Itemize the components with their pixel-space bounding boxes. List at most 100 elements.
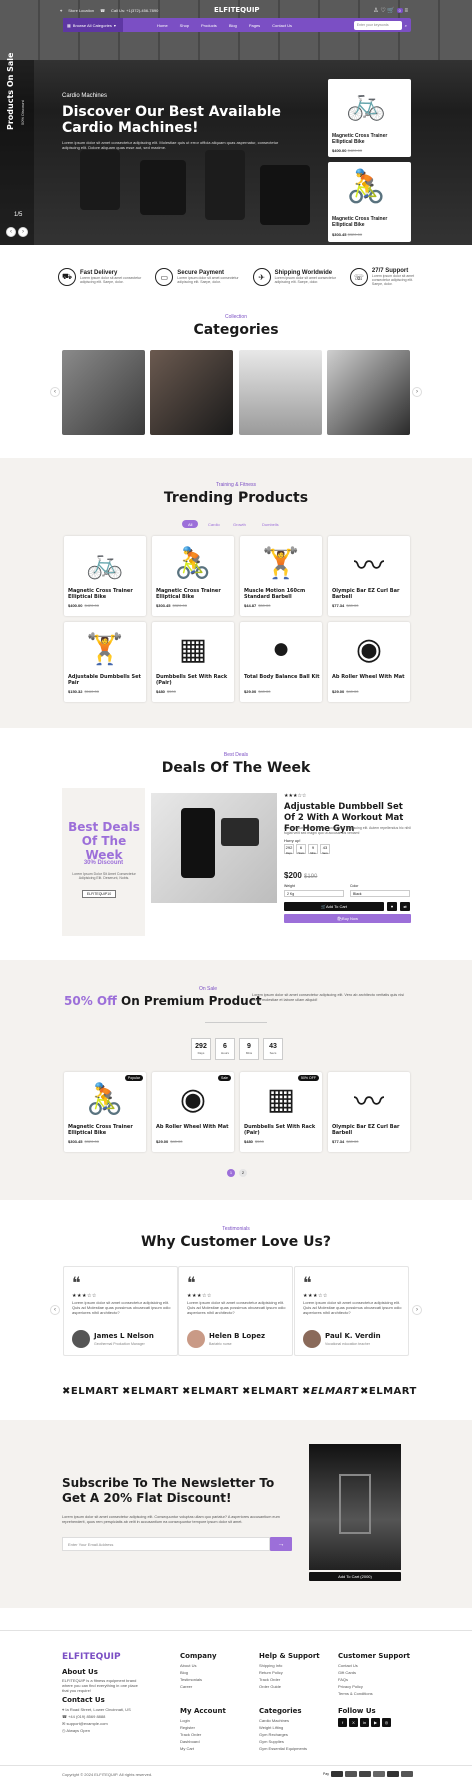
store-location[interactable]: Store Location <box>68 8 94 13</box>
youtube-icon[interactable]: ▶ <box>371 1718 380 1727</box>
page-1-button[interactable]: 1 <box>227 1169 235 1177</box>
wishlist-button[interactable]: ♥ <box>387 902 397 911</box>
category-image[interactable] <box>62 350 145 435</box>
nav-home[interactable]: Home <box>151 23 174 28</box>
brand-logo[interactable]: ✖ELMART <box>122 1386 179 1397</box>
product-card[interactable]: ◉ Ab Roller Wheel With Mat $29.00 $40.00 <box>328 622 410 702</box>
user-icon[interactable]: ♙ <box>373 8 378 14</box>
testimonial-prev-button[interactable]: ‹ <box>50 1305 60 1315</box>
footer-category-link[interactable]: Cardio Machines <box>259 1717 307 1724</box>
footer-category-link[interactable]: Gym Essential Equipments <box>259 1745 307 1752</box>
side-promo[interactable]: Products On Sale 50% Discount 1/5 ‹ › <box>0 53 34 245</box>
footer-account-link[interactable]: My Cart <box>180 1745 201 1752</box>
cart-icon[interactable]: 🛒 <box>387 8 394 14</box>
brand-logo[interactable]: ✖ELMART <box>62 1386 119 1397</box>
tab-cardio[interactable]: Cardio <box>202 520 226 528</box>
footer-account-link[interactable]: Track Order <box>180 1731 201 1738</box>
compare-button[interactable]: ⇄ <box>400 902 410 911</box>
testimonial-next-button[interactable]: › <box>412 1305 422 1315</box>
weight-select[interactable]: 2 Kg <box>284 890 344 897</box>
facebook-icon[interactable]: f <box>338 1718 347 1727</box>
nav-contact[interactable]: Contact Us <box>266 23 298 28</box>
nav-products[interactable]: Products <box>195 23 223 28</box>
phone-number[interactable]: Call Us: +1(372)-456-7890 <box>111 8 158 13</box>
footer-category-link[interactable]: Gym Recharges <box>259 1731 307 1738</box>
brand-logo[interactable]: ✖ELMART <box>242 1386 299 1397</box>
brand-logo[interactable]: ✖ELMART <box>360 1386 417 1397</box>
x-icon[interactable]: X <box>349 1718 358 1727</box>
footer-help-link[interactable]: Shipping Info <box>259 1662 283 1669</box>
footer-category-link[interactable]: Gym Supplies <box>259 1738 307 1745</box>
footer-company-link[interactable]: Career <box>180 1683 202 1690</box>
sale-product-card[interactable]: ▦ Dumbbells Set With Rack (Pair) $480 $500 5… <box>240 1072 322 1152</box>
footer-help-link[interactable]: Track Order <box>259 1676 283 1683</box>
footer-service-link[interactable]: Terms & Conditions <box>338 1690 373 1697</box>
prev-slide-button[interactable]: ‹ <box>6 227 16 237</box>
category-image[interactable] <box>150 350 233 435</box>
sale-product-card[interactable]: 〰 Olympic Bar EZ Curl Bar Barbell $77.34 $8… <box>328 1072 410 1152</box>
hero-product-card[interactable]: 🚴 Magnetic Cross Trainer Elliptical Bike… <box>328 162 411 242</box>
category-image[interactable] <box>239 350 322 435</box>
logo[interactable]: ELFITEQUIP <box>214 6 260 14</box>
instagram-icon[interactable]: ◎ <box>382 1718 391 1727</box>
nav-shop[interactable]: Shop <box>174 23 195 28</box>
footer-service-link[interactable]: Contact Us <box>338 1662 373 1669</box>
product-price: $400.00 $420.00 <box>68 603 99 608</box>
tab-dumbells[interactable]: Dumbells <box>256 520 285 528</box>
product-card[interactable]: 🏋 Adjustable Dumbbells Set Pair $150.32 $16… <box>64 622 146 702</box>
buy-now-button[interactable]: 🛍 Buy Now <box>284 914 411 923</box>
footer-service-link[interactable]: Privacy Policy <box>338 1683 373 1690</box>
heart-icon[interactable]: ♡ <box>380 8 385 14</box>
product-card[interactable]: ▦ Dumbbells Set With Rack (Pair) $480 $500 <box>152 622 234 702</box>
browse-categories[interactable]: ▦ Browse All Categories ▾ <box>63 18 123 32</box>
footer-account-link[interactable]: Register <box>180 1724 201 1731</box>
product-card[interactable]: ● Total Body Balance Ball Kit $29.00 $40.00 <box>240 622 322 702</box>
nav-blog[interactable]: Blog <box>223 23 243 28</box>
promo-code[interactable]: ELFITEQUIP10 <box>82 890 116 898</box>
footer-category-link[interactable]: Weight Lifting <box>259 1724 307 1731</box>
brand-logo[interactable]: ✖ELMART <box>302 1386 359 1397</box>
tab-all[interactable]: All <box>182 520 199 528</box>
color-select[interactable]: Black <box>350 890 410 897</box>
add-to-cart-button[interactable]: 🛒 Add To Cart <box>284 902 384 911</box>
testimonial-text: Lorem ipsum dolor sit amet consectetur a… <box>72 1300 171 1315</box>
search-input[interactable]: Enter your keywords <box>353 20 402 30</box>
footer-service-link[interactable]: FAQs <box>338 1676 373 1683</box>
product-card[interactable]: 🚲 Magnetic Cross Trainer Elliptical Bike $… <box>64 536 146 616</box>
subscribe-button[interactable]: → <box>270 1537 292 1551</box>
footer-logo[interactable]: ELFITEQUIP <box>62 1652 121 1662</box>
footer-help-link[interactable]: Return Policy <box>259 1669 283 1676</box>
newsletter-add-button[interactable]: Add To Cart (2000) <box>309 1572 401 1581</box>
search-icon[interactable]: ⌕ <box>405 23 407 28</box>
product-card[interactable]: 〰 Olympic Bar EZ Curl Bar Barbell $77.34 $8… <box>328 536 410 616</box>
nav-pages[interactable]: Pages <box>243 23 266 28</box>
footer-company-link[interactable]: Blog <box>180 1669 202 1676</box>
page-2-button[interactable]: 2 <box>239 1169 247 1177</box>
footer-company-link[interactable]: Testimonials <box>180 1676 202 1683</box>
hero-product-card[interactable]: 🚲 Magnetic Cross Trainer Elliptical Bike… <box>328 79 411 157</box>
footer-help-link[interactable]: Order Guide <box>259 1683 283 1690</box>
hero-title: Discover Our Best Available Cardio Machi… <box>62 104 282 136</box>
footer-company-link[interactable]: About Us <box>180 1662 202 1669</box>
contact-email[interactable]: ✉ support@example.com <box>62 1720 108 1727</box>
tab-growth[interactable]: Growth <box>227 520 252 528</box>
next-slide-button[interactable]: › <box>18 227 28 237</box>
brand-logo[interactable]: ✖ELMART <box>182 1386 239 1397</box>
contact-phone[interactable]: ☎ +44 (019) 8569 8888 <box>62 1713 105 1720</box>
product-card[interactable]: 🚴 Magnetic Cross Trainer Elliptical Bike $… <box>152 536 234 616</box>
sale-product-card[interactable]: 🚴 Magnetic Cross Trainer Elliptical Bike $… <box>64 1072 146 1152</box>
footer-service-link[interactable]: Gift Cards <box>338 1669 373 1676</box>
category-image[interactable] <box>327 350 410 435</box>
product-card[interactable]: 🏋 Muscle Motion 160cm Standard Barbell $44… <box>240 536 322 616</box>
menu-icon[interactable]: ≡ <box>404 8 408 14</box>
sale-product-card[interactable]: ◉ Ab Roller Wheel With Mat $29.00 $40.00 Sal… <box>152 1072 234 1152</box>
linkedin-icon[interactable]: in <box>360 1718 369 1727</box>
email-input[interactable]: Enter Your Email Address <box>62 1537 270 1551</box>
mastercard-icon <box>345 1771 358 1777</box>
cat-prev-button[interactable]: ‹ <box>50 387 60 397</box>
avatar <box>187 1330 205 1348</box>
footer-account-link[interactable]: Dashboard <box>180 1738 201 1745</box>
deal-image[interactable] <box>151 793 277 903</box>
footer-account-link[interactable]: Login <box>180 1717 201 1724</box>
cat-next-button[interactable]: › <box>412 387 422 397</box>
